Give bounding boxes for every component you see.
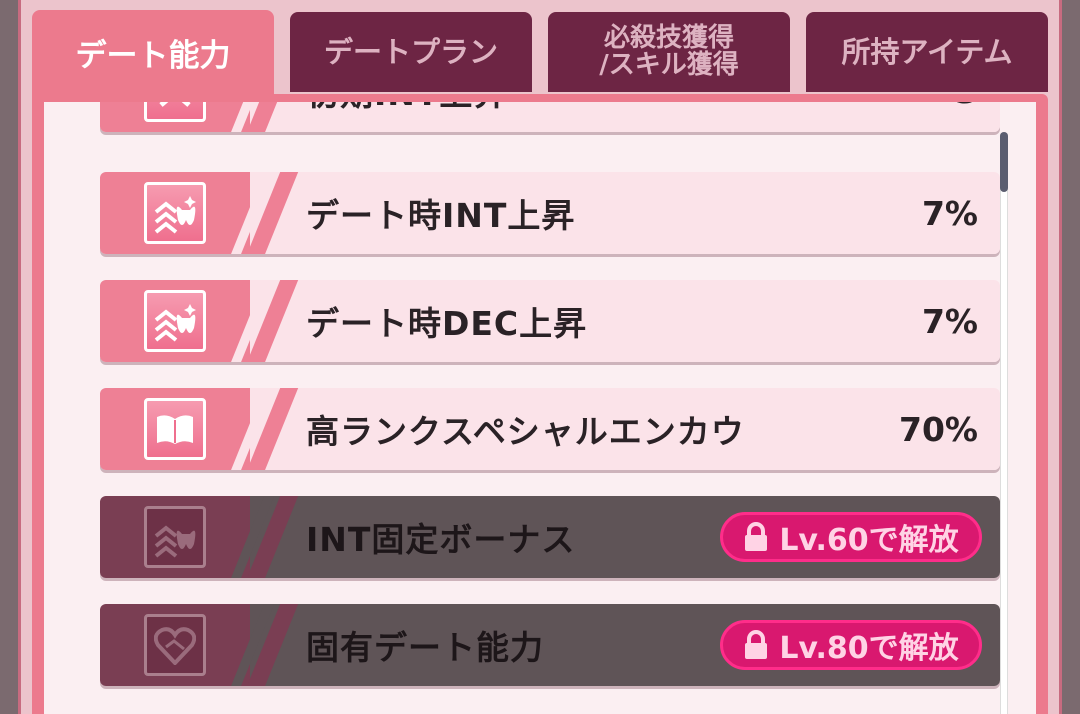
ability-value: 3: [955, 102, 978, 132]
open-book-icon: [144, 398, 206, 460]
ability-value: 70%: [899, 409, 978, 449]
tab-date-plan[interactable]: デートプラン: [290, 12, 532, 92]
tab-special-move-skill[interactable]: 必殺技獲得 /スキル獲得: [548, 12, 790, 92]
chevron-butterfly-icon: [144, 506, 206, 568]
ability-label: INT固定ボーナス: [306, 520, 576, 559]
ability-label: 固有デート能力: [306, 628, 544, 667]
ability-label: デート時INT上昇: [306, 196, 576, 235]
lock-icon: [743, 630, 769, 660]
unlock-level-badge: Lv.60で解放: [720, 512, 982, 562]
ability-row-int-fixed-bonus[interactable]: INT固定ボーナス Lv.60で解放: [100, 496, 1000, 578]
scrollbar[interactable]: [1000, 132, 1008, 714]
scrollbar-thumb[interactable]: [1000, 132, 1008, 192]
unlock-level-badge: Lv.80で解放: [720, 620, 982, 670]
heart-handshake-icon: [144, 614, 206, 676]
ability-row-initial-int[interactable]: 初期INT上昇 3: [100, 102, 1000, 132]
ability-label: 高ランクスペシャルエンカウ: [306, 412, 745, 451]
chevron-butterfly-icon: [144, 290, 206, 352]
ability-row-high-rank-encounter[interactable]: 高ランクスペシャルエンカウ 70%: [100, 388, 1000, 470]
ability-row-unique-date[interactable]: 固有デート能力 Lv.80で解放: [100, 604, 1000, 686]
tab-items[interactable]: 所持アイテム: [806, 12, 1048, 92]
unlock-level-text: Lv.80で解放: [779, 631, 959, 666]
ability-row-date-dec[interactable]: デート時DEC上昇 7%: [100, 280, 1000, 362]
ability-label: 初期INT上昇: [306, 102, 507, 132]
ability-row-date-int[interactable]: デート時INT上昇 7%: [100, 172, 1000, 254]
ability-value: 7%: [921, 193, 978, 233]
ability-label: デート時DEC上昇: [306, 304, 588, 343]
tab-date-ability[interactable]: デート能力: [32, 10, 274, 102]
ability-value: 7%: [921, 301, 978, 341]
tab-bar: デート能力 デートプラン 必殺技獲得 /スキル獲得 所持アイテム: [32, 10, 1048, 102]
chevron-butterfly-icon: [144, 182, 206, 244]
ability-list[interactable]: 初期INT上昇 3 デート時INT上昇 7% デート時DEC: [100, 102, 1000, 714]
double-chevron-up-icon: [144, 102, 206, 122]
unlock-level-text: Lv.60で解放: [779, 523, 959, 558]
panel-inner: 初期INT上昇 3 デート時INT上昇 7% デート時DEC: [44, 102, 1036, 714]
lock-icon: [743, 522, 769, 552]
content-panel: 初期INT上昇 3 デート時INT上昇 7% デート時DEC: [32, 94, 1048, 714]
